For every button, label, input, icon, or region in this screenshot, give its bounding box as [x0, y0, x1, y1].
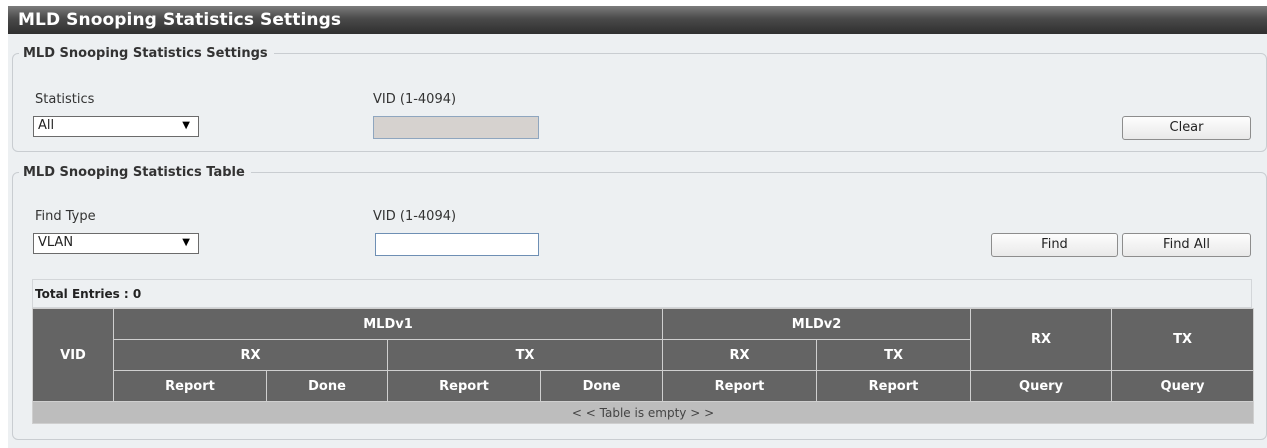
statistics-table-legend: MLD Snooping Statistics Table — [23, 165, 245, 180]
total-entries: Total Entries : 0 — [32, 279, 1252, 308]
statistics-settings-legend: MLD Snooping Statistics Settings — [23, 46, 268, 61]
find-vid-label: VID (1-4094) — [373, 209, 457, 224]
header-col-report: Report — [662, 370, 818, 402]
vid-label: VID (1-4094) — [373, 92, 457, 107]
header-col-report: Report — [387, 370, 541, 402]
header-mldv2-rx: RX — [662, 339, 818, 371]
dropdown-arrow-icon: ▼ — [182, 120, 190, 131]
header-mldv1-tx: TX — [386, 339, 664, 371]
table-empty-message: < < Table is empty > > — [31, 401, 1255, 424]
header-col-query: Query — [1111, 370, 1255, 402]
find-vid-input[interactable] — [375, 233, 539, 256]
statistics-table: VID MLDv1 MLDv2 RX TX RX TX RX TX Report… — [31, 308, 1255, 424]
statistics-select[interactable]: All ▼ — [33, 116, 199, 137]
vid-input-disabled — [373, 116, 539, 139]
header-vid: VID — [32, 308, 114, 402]
dropdown-arrow-icon: ▼ — [182, 237, 190, 248]
find-type-select-value: VLAN — [38, 235, 74, 250]
header-col-report: Report — [816, 370, 972, 402]
clear-button[interactable]: Clear — [1122, 116, 1251, 140]
header-mldv1: MLDv1 — [112, 308, 664, 340]
header-mldv1-rx: RX — [113, 339, 388, 371]
header-rx-query-group: RX — [970, 308, 1113, 371]
statistics-label: Statistics — [35, 92, 95, 107]
statistics-settings-panel: MLD Snooping Statistics Settings — [12, 46, 1267, 152]
header-col-report: Report — [113, 370, 267, 402]
header-mldv2-tx: TX — [816, 339, 972, 371]
page-title: MLD Snooping Statistics Settings — [8, 6, 1267, 34]
find-type-label: Find Type — [35, 209, 96, 224]
find-type-select[interactable]: VLAN ▼ — [33, 233, 199, 254]
header-col-query: Query — [970, 370, 1113, 402]
statistics-select-value: All — [38, 118, 55, 133]
header-col-done: Done — [539, 370, 664, 402]
header-col-done: Done — [266, 370, 388, 402]
find-all-button[interactable]: Find All — [1122, 233, 1251, 257]
find-button[interactable]: Find — [991, 233, 1118, 257]
header-tx-query-group: TX — [1111, 308, 1255, 371]
header-mldv2: MLDv2 — [662, 308, 972, 340]
